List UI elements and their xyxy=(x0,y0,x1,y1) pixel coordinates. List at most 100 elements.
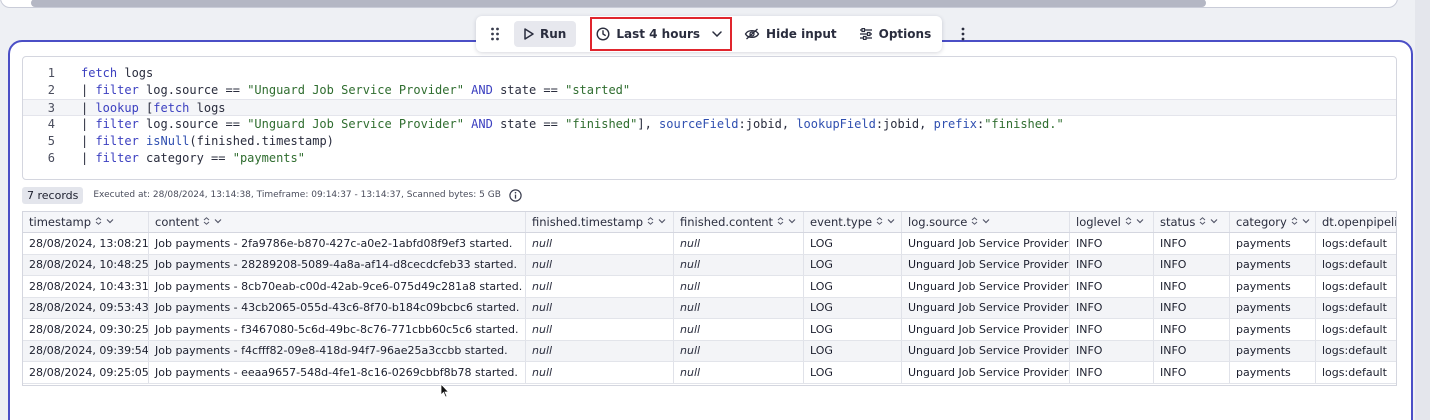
sliders-icon xyxy=(859,27,873,41)
hide-input-button[interactable]: Hide input xyxy=(736,21,845,47)
table-cell: payments xyxy=(1230,233,1316,254)
column-header-label: dt.openpipeli xyxy=(1322,215,1397,229)
table-row[interactable]: 28/08/2024, 10:43:31 Job payments - 8cb70… xyxy=(23,276,1396,298)
table-cell: INFO xyxy=(1070,254,1154,275)
table-cell: Unguard Job Service Provider xyxy=(902,276,1070,297)
sort-chevron-icon[interactable] xyxy=(203,216,223,228)
section-toolbar: Run Last 4 hours Hide input Options xyxy=(476,16,965,52)
column-header[interactable]: event.type xyxy=(804,212,902,232)
column-header[interactable]: finished.content xyxy=(674,212,804,232)
line-number: 2 xyxy=(47,83,55,97)
options-button[interactable]: Options xyxy=(851,21,940,47)
table-cell: Job payments - f3467080-5c6d-49bc-8c76-7… xyxy=(149,319,526,340)
table-cell: Job payments - 2fa9786e-b870-427c-a0e2-1… xyxy=(149,233,526,254)
table-cell: Unguard Job Service Provider xyxy=(902,297,1070,318)
table-cell: payments xyxy=(1230,340,1316,361)
table-cell: LOG xyxy=(804,297,902,318)
table-row[interactable]: 28/08/2024, 13:08:21 Job payments - 2fa97… xyxy=(23,233,1396,255)
column-header-label: finished.timestamp xyxy=(532,215,644,229)
column-header-label: timestamp xyxy=(29,215,92,229)
table-row[interactable]: 28/08/2024, 09:25:05 Job payments - eeaa9… xyxy=(23,362,1396,384)
table-cell: null xyxy=(674,233,804,254)
column-header[interactable]: content xyxy=(149,212,526,232)
table-cell: 28/08/2024, 09:25:05 xyxy=(23,362,149,383)
column-header-label: content xyxy=(155,215,200,229)
page-scrollbar[interactable] xyxy=(1415,0,1430,420)
column-header[interactable]: log.source xyxy=(902,212,1070,232)
sort-chevron-icon[interactable] xyxy=(1125,216,1145,228)
info-icon[interactable] xyxy=(509,188,522,202)
table-row[interactable]: 28/08/2024, 09:30:25 Job payments - f3467… xyxy=(23,319,1396,341)
run-label: Run xyxy=(540,27,567,41)
table-cell: INFO xyxy=(1070,319,1154,340)
column-header-label: log.source xyxy=(908,215,968,229)
table-cell: INFO xyxy=(1154,276,1230,297)
table-cell: LOG xyxy=(804,276,902,297)
table-cell: 28/08/2024, 13:08:21 xyxy=(23,233,149,254)
sort-chevron-icon[interactable] xyxy=(647,216,667,228)
sort-chevron-icon[interactable] xyxy=(95,216,115,228)
table-row[interactable]: 28/08/2024, 10:48:25 Job payments - 28289… xyxy=(23,254,1396,276)
sort-chevron-icon[interactable] xyxy=(1291,216,1311,228)
table-cell: Job payments - 43cb2065-055d-43c6-8f70-b… xyxy=(149,297,526,318)
table-cell: INFO xyxy=(1154,340,1230,361)
line-number: 6 xyxy=(47,151,55,165)
hide-input-label: Hide input xyxy=(766,27,837,41)
column-header[interactable]: category xyxy=(1230,212,1316,232)
table-row[interactable]: 28/08/2024, 09:53:43 Job payments - 43cb2… xyxy=(23,297,1396,319)
table-cell: null xyxy=(526,233,674,254)
table-cell: null xyxy=(526,276,674,297)
table-cell: null xyxy=(526,297,674,318)
column-header[interactable]: timestamp xyxy=(23,212,149,232)
table-cell: logs:default xyxy=(1316,362,1396,383)
table-cell: logs:default xyxy=(1316,276,1396,297)
query-editor[interactable]: 1 fetch logs 2 | filter log.source == "U… xyxy=(22,56,1397,180)
code-text: | filter isNull(finished.timestamp) xyxy=(81,134,334,148)
column-header[interactable]: finished.timestamp xyxy=(526,212,674,232)
table-cell: INFO xyxy=(1154,319,1230,340)
table-cell: 28/08/2024, 09:53:43 xyxy=(23,297,149,318)
column-header[interactable]: dt.openpipeli xyxy=(1316,212,1397,232)
table-header: timestamp content finished.timestamp finish… xyxy=(23,212,1396,233)
clock-icon xyxy=(596,27,610,41)
sort-chevron-icon[interactable] xyxy=(876,216,896,228)
line-number: 5 xyxy=(47,134,55,148)
table-cell: 28/08/2024, 10:48:25 xyxy=(23,254,149,275)
code-text: | filter log.source == "Unguard Job Serv… xyxy=(81,117,1064,131)
table-cell: null xyxy=(526,254,674,275)
table-cell: null xyxy=(526,319,674,340)
editor-line: 2 | filter log.source == "Unguard Job Se… xyxy=(23,82,1396,99)
table-cell: logs:default xyxy=(1316,341,1396,362)
table-row[interactable]: 28/08/2024, 09:39:54 Job payments - f4cff… xyxy=(23,340,1396,362)
table-cell: INFO xyxy=(1070,362,1154,383)
more-menu-button[interactable] xyxy=(951,21,975,47)
table-cell: logs:default xyxy=(1316,255,1396,276)
column-header[interactable]: loglevel xyxy=(1070,212,1154,232)
horizontal-scrollbar[interactable] xyxy=(31,0,1206,7)
mouse-cursor-icon xyxy=(440,382,450,398)
table-cell: 28/08/2024, 09:39:54 xyxy=(23,340,149,361)
eye-off-icon xyxy=(744,28,760,40)
table-cell: Unguard Job Service Provider xyxy=(902,340,1070,361)
run-button[interactable]: Run xyxy=(514,21,577,47)
sort-chevron-icon[interactable] xyxy=(971,216,991,228)
table-cell: LOG xyxy=(804,233,902,254)
table-cell: logs:default xyxy=(1316,319,1396,340)
timeframe-selector[interactable]: Last 4 hours xyxy=(590,17,733,51)
play-icon xyxy=(524,28,534,40)
previous-section xyxy=(0,0,1398,8)
sort-chevron-icon[interactable] xyxy=(1199,216,1219,228)
table-cell: INFO xyxy=(1070,233,1154,254)
drag-handle[interactable] xyxy=(482,21,508,47)
column-header[interactable]: status xyxy=(1154,212,1230,232)
table-cell: LOG xyxy=(804,362,902,383)
table-cell: LOG xyxy=(804,340,902,361)
table-cell: Unguard Job Service Provider xyxy=(902,319,1070,340)
table-cell: Job payments - f4cfff82-09e8-418d-94f7-9… xyxy=(149,340,526,361)
code-text: fetch logs xyxy=(81,66,154,80)
code-text: | filter log.source == "Unguard Job Serv… xyxy=(81,83,631,97)
table-cell: null xyxy=(674,276,804,297)
sort-chevron-icon[interactable] xyxy=(777,216,797,228)
table-cell: INFO xyxy=(1070,297,1154,318)
column-header-label: category xyxy=(1236,215,1287,229)
